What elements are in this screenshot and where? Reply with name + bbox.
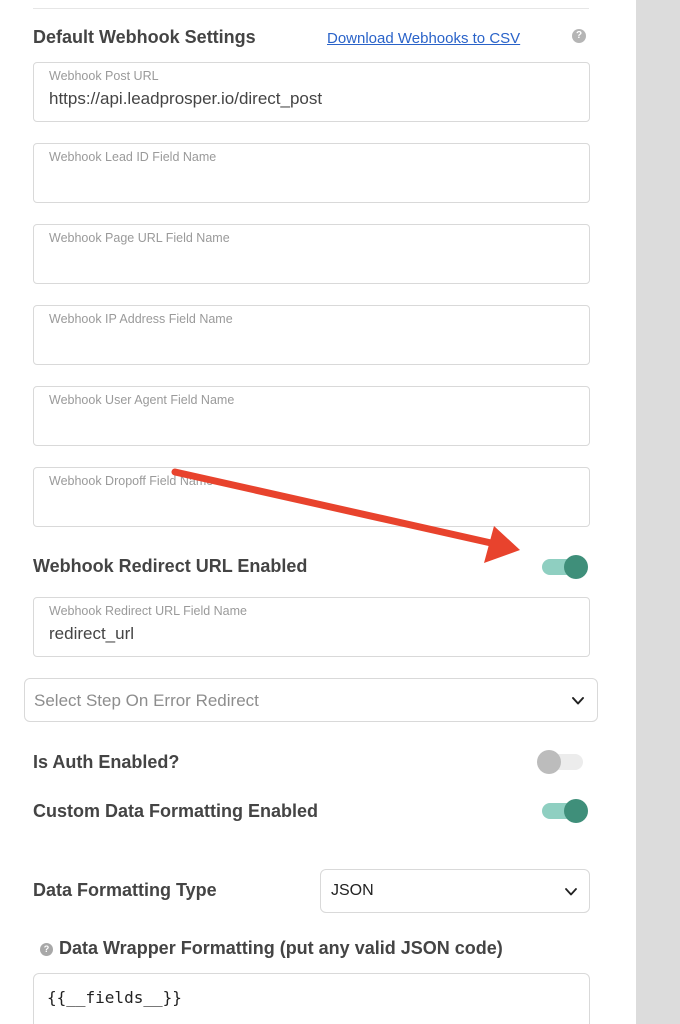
webhook-dropoff-field[interactable]: Webhook Dropoff Field Name <box>33 467 590 527</box>
wrapper-code-editor[interactable]: {{__fields__}} <box>33 973 590 1024</box>
formatting-type-label: Data Formatting Type <box>33 880 217 900</box>
select-value: JSON <box>331 882 374 899</box>
custom-formatting-label: Custom Data Formatting Enabled <box>33 801 319 821</box>
divider <box>33 8 589 9</box>
toggle-knob[interactable] <box>564 555 588 579</box>
webhook-post-url-field[interactable]: Webhook Post URL https://api.leadprosper… <box>33 62 590 122</box>
help-icon[interactable]: ? <box>572 29 586 43</box>
webhook-ip-address-field[interactable]: Webhook IP Address Field Name <box>33 305 590 365</box>
auth-enabled-toggle[interactable] <box>537 750 585 774</box>
side-panel-gutter <box>636 0 680 1024</box>
field-label: Webhook Page URL Field Name <box>49 231 230 245</box>
field-label: Webhook Redirect URL Field Name <box>49 604 247 618</box>
field-label: Webhook User Agent Field Name <box>49 393 235 407</box>
webhook-redirect-url-field[interactable]: Webhook Redirect URL Field Name redirect… <box>33 597 590 657</box>
toggle-knob[interactable] <box>537 750 561 774</box>
toggle-knob[interactable] <box>564 799 588 823</box>
field-label: Webhook Post URL <box>49 69 159 83</box>
redirect-enabled-label: Webhook Redirect URL Enabled <box>33 556 308 576</box>
custom-formatting-toggle[interactable] <box>542 799 590 823</box>
code-text[interactable]: {{__fields__}} <box>47 988 182 1007</box>
help-icon[interactable]: ? <box>40 943 53 956</box>
field-label: Webhook IP Address Field Name <box>49 312 233 326</box>
chevron-down-icon <box>565 888 577 896</box>
field-value[interactable]: https://api.leadprosper.io/direct_post <box>49 89 322 109</box>
chevron-down-icon <box>572 697 584 705</box>
wrapper-label-text: Data Wrapper Formatting (put any valid J… <box>59 938 503 958</box>
download-csv-link[interactable]: Download Webhooks to CSV <box>327 30 520 47</box>
field-label: Webhook Lead ID Field Name <box>49 150 217 164</box>
formatting-type-select[interactable]: JSON <box>320 869 590 913</box>
webhook-page-url-field[interactable]: Webhook Page URL Field Name <box>33 224 590 284</box>
webhook-lead-id-field[interactable]: Webhook Lead ID Field Name <box>33 143 590 203</box>
redirect-enabled-toggle[interactable] <box>542 555 590 579</box>
error-redirect-select[interactable]: Select Step On Error Redirect <box>24 678 598 722</box>
auth-enabled-label: Is Auth Enabled? <box>33 752 180 772</box>
select-placeholder: Select Step On Error Redirect <box>34 691 259 710</box>
webhook-user-agent-field[interactable]: Webhook User Agent Field Name <box>33 386 590 446</box>
field-label: Webhook Dropoff Field Name <box>49 474 214 488</box>
field-value[interactable]: redirect_url <box>49 624 134 644</box>
wrapper-formatting-label: ? Data Wrapper Formatting (put any valid … <box>40 938 503 959</box>
section-title: Default Webhook Settings <box>33 27 256 47</box>
